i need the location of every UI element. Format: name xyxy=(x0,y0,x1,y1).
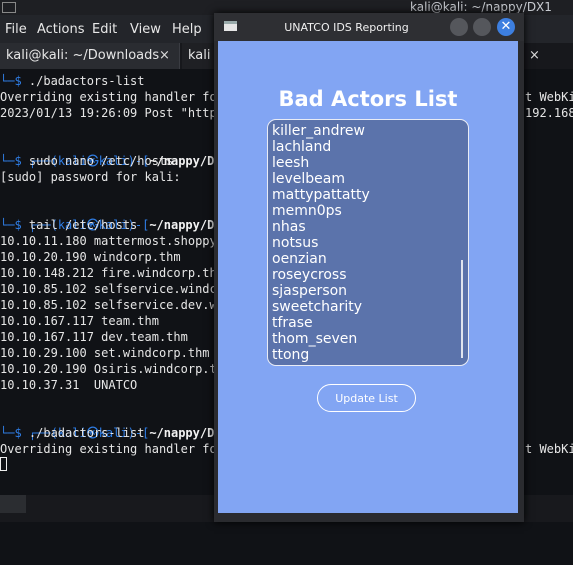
hosts-line: 10.10.37.31 UNATCO xyxy=(0,378,138,392)
prompt-symbol: └─$ xyxy=(0,426,22,440)
list-item[interactable]: mattypattatty xyxy=(272,187,370,203)
prompt-symbol: └─$ xyxy=(0,74,22,88)
list-item[interactable]: ttong xyxy=(272,347,309,363)
output-line-tail: t WebKi xyxy=(525,442,573,456)
list-item[interactable]: sweetcharity xyxy=(272,299,362,315)
terminal-window-title: kali@kali: ~/nappy/DX1 xyxy=(410,0,552,14)
list-item[interactable]: killer_andrew xyxy=(272,123,365,139)
update-list-button[interactable]: Update List xyxy=(317,384,416,412)
prompt-symbol: └─$ xyxy=(0,154,22,168)
unatco-dialog: UNATCO IDS Reporting ✕ Bad Actors List k… xyxy=(214,13,524,522)
menu-view[interactable]: View xyxy=(130,22,161,37)
dialog-title: UNATCO IDS Reporting xyxy=(284,21,409,34)
list-item[interactable]: notsus xyxy=(272,235,318,251)
list-item[interactable]: lachland xyxy=(272,139,331,155)
tab-downloads-close-icon[interactable]: × xyxy=(159,48,170,63)
menu-edit[interactable]: Edit xyxy=(92,22,117,37)
hosts-line: 10.10.148.212 fire.windcorp.thm xyxy=(0,266,224,280)
list-item[interactable]: leesh xyxy=(272,155,309,171)
hosts-line: 10.10.29.100 set.windcorp.thm xyxy=(0,346,210,360)
output-line: 2023/01/13 19:26:09 Post "http xyxy=(0,106,217,120)
hosts-line: 10.10.20.190 Osiris.windcorp.th xyxy=(0,362,224,376)
menu-actions[interactable]: Actions xyxy=(37,22,85,37)
tab-downloads-label: kali@kali: ~/Downloads xyxy=(6,48,160,63)
list-item[interactable]: thom_seven xyxy=(272,331,357,347)
hosts-line: 10.10.11.180 mattermost.shoppy xyxy=(0,234,217,248)
menu-help[interactable]: Help xyxy=(172,22,202,37)
command-text: tail /etc/hosts xyxy=(21,218,138,232)
output-line: [sudo] password for kali: xyxy=(0,170,181,184)
hosts-line: 10.10.167.117 team.thm xyxy=(0,314,159,328)
tab-kali-close-icon[interactable]: × xyxy=(529,48,540,63)
hosts-line: 10.10.167.117 dev.team.thm xyxy=(0,330,188,344)
output-line: Overriding existing handler for xyxy=(0,442,224,456)
dialog-titlebar[interactable]: UNATCO IDS Reporting ✕ xyxy=(214,13,524,41)
statusbar-block xyxy=(0,495,26,513)
list-scrollbar[interactable] xyxy=(461,260,463,358)
list-item[interactable]: oenzian xyxy=(272,251,327,267)
close-button[interactable]: ✕ xyxy=(497,18,515,36)
output-line-tail: t WebKi xyxy=(525,90,573,104)
prompt-symbol: └─$ xyxy=(0,218,22,232)
maximize-button[interactable] xyxy=(473,18,491,36)
command-text: ./badactors-list xyxy=(21,426,145,440)
terminal-window-icon xyxy=(2,2,16,13)
dialog-body: Bad Actors List killer_andrew lachland l… xyxy=(218,41,518,513)
minimize-button[interactable] xyxy=(450,18,468,36)
output-line: Overriding existing handler for xyxy=(0,90,224,104)
list-item[interactable]: sjasperson xyxy=(272,283,347,299)
list-item[interactable]: nhas xyxy=(272,219,306,235)
tab-downloads[interactable]: kali@kali: ~/Downloads xyxy=(0,43,180,69)
command-text: sudo nano /etc/hosts xyxy=(21,154,174,168)
hosts-line: 10.10.85.102 selfservice.dev.wi xyxy=(0,298,224,312)
output-line-tail: 192.168 xyxy=(525,106,573,120)
list-item[interactable]: tfrase xyxy=(272,315,313,331)
command-text: ./badactors-list xyxy=(21,74,145,88)
terminal-cursor xyxy=(0,457,7,471)
list-item[interactable]: memn0ps xyxy=(272,203,342,219)
tab-kali-label: kali xyxy=(188,48,211,63)
hosts-line: 10.10.20.190 windcorp.thm xyxy=(0,250,181,264)
bad-actors-listbox[interactable]: killer_andrew lachland leesh levelbeam m… xyxy=(267,119,469,366)
list-item[interactable]: roseycross xyxy=(272,267,347,283)
hosts-line: 10.10.85.102 selfservice.windco xyxy=(0,282,224,296)
menu-file[interactable]: File xyxy=(5,22,27,37)
list-item[interactable]: levelbeam xyxy=(272,171,345,187)
list-heading: Bad Actors List xyxy=(278,87,458,111)
